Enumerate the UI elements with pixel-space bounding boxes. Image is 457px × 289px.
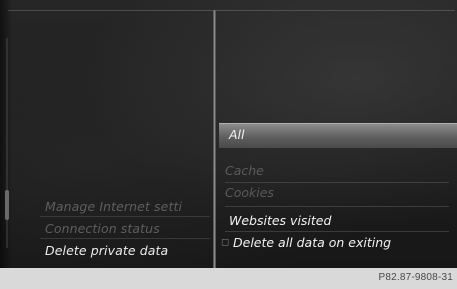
submenu-item-websites-visited[interactable]: Websites visited <box>229 213 331 228</box>
submenu-separator <box>225 206 449 207</box>
menu-item-manage-internet-settings[interactable]: Manage Internet setti <box>45 199 207 214</box>
menu-item-connection-status[interactable]: Connection status <box>45 221 207 236</box>
display-screen: Manage Internet setti Connection status … <box>0 0 457 268</box>
submenu-item-all[interactable]: All <box>229 127 245 142</box>
top-divider <box>8 10 455 11</box>
figure-footer: P82.87-9808-31 <box>0 268 457 289</box>
menu-item-delete-private-data[interactable]: Delete private data <box>45 243 207 258</box>
submenu-separator <box>225 182 449 183</box>
pane-divider <box>213 10 216 268</box>
menu-separator <box>40 216 210 217</box>
delete-private-data-submenu: All Cache Cookies Websites visited ◻ Del… <box>219 119 457 268</box>
scroll-thumb[interactable] <box>5 190 9 220</box>
selection-highlight <box>219 123 457 148</box>
menu-separator <box>40 238 210 239</box>
submenu-item-label: Delete all data on exiting <box>233 235 392 250</box>
figure-code: P82.87-9808-31 <box>378 272 453 283</box>
submenu-item-cache[interactable]: Cache <box>225 163 264 178</box>
submenu-item-delete-all-data-on-exiting[interactable]: ◻ Delete all data on exiting <box>221 235 392 250</box>
submenu-separator <box>225 231 449 232</box>
checkbox-icon[interactable]: ◻ <box>221 237 229 248</box>
submenu-item-cookies[interactable]: Cookies <box>225 185 274 200</box>
